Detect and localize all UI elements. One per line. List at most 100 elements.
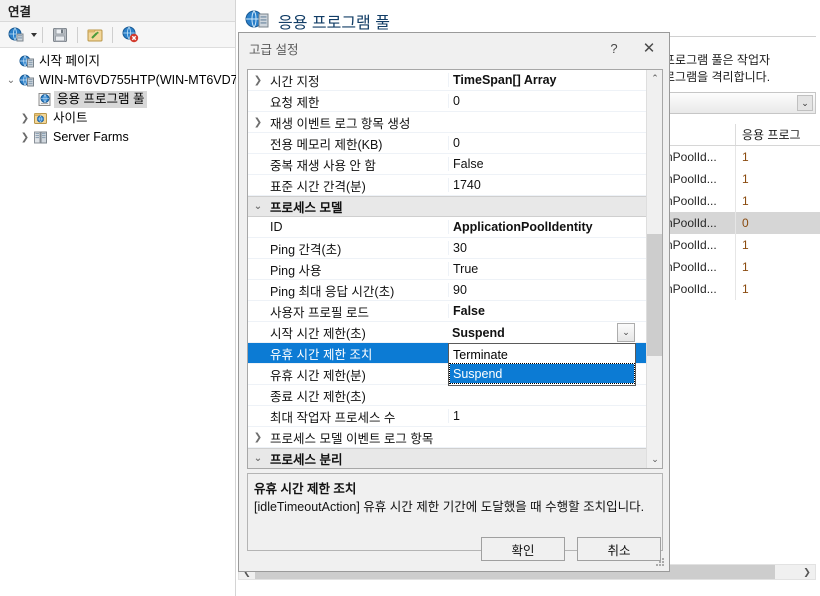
- grid-vertical-scrollbar[interactable]: ⌃ ⌄: [646, 70, 662, 468]
- chevron-right-icon[interactable]: ❯: [248, 432, 268, 443]
- sidebar-item-application-pools[interactable]: 응용 프로그램 풀: [0, 90, 235, 109]
- table-cell-apps: 1: [742, 172, 749, 186]
- tree-label: 시작 페이지: [39, 54, 100, 68]
- grid-row[interactable]: Ping 최대 응답 시간(초) 90: [248, 280, 648, 301]
- table-cell-identity: nPoolId...: [664, 256, 736, 278]
- sidebar-item-server[interactable]: ⌄ WIN-MT6VD755HTP(WIN-MT6VD7: [0, 71, 238, 90]
- ok-button[interactable]: 확인: [481, 537, 565, 561]
- grid-category-process-model[interactable]: ⌄ 프로세스 모델: [248, 196, 648, 217]
- app-pools-page-icon: [244, 8, 270, 35]
- page-description: 프로그램 풀은 작업자 로그램을 격리합니다.: [664, 52, 816, 86]
- grid-row-value: 30: [448, 241, 648, 255]
- save-connections-icon[interactable]: [48, 24, 72, 46]
- scrollbar-thumb[interactable]: [647, 234, 662, 356]
- chevron-right-icon[interactable]: ❯: [18, 132, 32, 143]
- grid-row-name: 시작 시간 제한(초): [270, 326, 366, 341]
- grid-row[interactable]: 최대 작업자 프로세스 수 1: [248, 406, 648, 427]
- dialog-title: 고급 설정: [249, 42, 299, 57]
- server-farms-icon: [32, 130, 50, 145]
- grid-category-name: 프로세스 모델: [270, 201, 343, 215]
- grid-row[interactable]: Ping 사용 True: [248, 259, 648, 280]
- dialog-titlebar[interactable]: 고급 설정 ? ✕: [239, 33, 669, 63]
- table-cell-apps: 1: [742, 238, 749, 252]
- description-body: [idleTimeoutAction] 유휴 시간 제한 기간에 도달했을 때 …: [254, 500, 645, 514]
- table-row[interactable]: nPoolId... 1: [664, 146, 820, 168]
- table-header-apps: 응용 프로그: [742, 128, 801, 142]
- grid-row[interactable]: 사용자 프로필 로드 False: [248, 301, 648, 322]
- grid-row[interactable]: 종료 시간 제한(초): [248, 385, 648, 406]
- toolbar-separator: [42, 26, 43, 43]
- grid-row[interactable]: 표준 시간 간격(분) 1740: [248, 175, 648, 196]
- sidebar-item-sites[interactable]: ❯ 사이트: [0, 109, 235, 128]
- grid-row[interactable]: Ping 간격(초) 30: [248, 238, 648, 259]
- table-cell-identity: nPoolId...: [664, 212, 736, 234]
- grid-row[interactable]: 중복 재생 사용 안 함 False: [248, 154, 648, 175]
- sidebar-item-start-page[interactable]: 시작 페이지: [0, 52, 235, 71]
- idle-timeout-action-combobox[interactable]: Suspend ⌄: [448, 322, 636, 343]
- table-cell-identity: nPoolId...: [664, 278, 736, 300]
- page-description-line1: 프로그램 풀은 작업자: [664, 53, 771, 67]
- help-button[interactable]: ?: [599, 33, 629, 63]
- table-row[interactable]: nPoolId... 1: [664, 168, 820, 190]
- grid-row-name: 유휴 시간 제한(분): [270, 368, 366, 383]
- grid-row-name: Ping 간격(초): [270, 242, 342, 257]
- grid-category-process-orphaning[interactable]: ⌄ 프로세스 분리: [248, 448, 648, 468]
- chevron-down-icon[interactable]: ⌄: [248, 453, 268, 464]
- table-cell-identity: nPoolId...: [664, 168, 736, 190]
- dropdown-option-suspend[interactable]: Suspend: [449, 363, 635, 384]
- dropdown-option-terminate[interactable]: Terminate: [450, 345, 634, 364]
- scroll-down-icon[interactable]: ⌄: [647, 451, 662, 468]
- table-cell-apps: 1: [742, 260, 749, 274]
- chevron-down-icon[interactable]: ⌄: [617, 323, 635, 342]
- grid-row[interactable]: ❯ 시간 지정 TimeSpan[] Array: [248, 70, 648, 91]
- table-row[interactable]: nPoolId... 1: [664, 234, 820, 256]
- grid-row[interactable]: 요청 제한 0: [248, 91, 648, 112]
- resize-grip[interactable]: [656, 558, 666, 568]
- properties-grid-rows: ❯ 시간 지정 TimeSpan[] Array 요청 제한 0 ❯ 재생 이벤…: [248, 70, 648, 468]
- app-window: 연결 시작 페이지 ⌄ WIN-MT6VD755HTP(WIN-MT6VD7 응…: [0, 0, 820, 596]
- app-pools-icon: [36, 92, 54, 107]
- grid-row[interactable]: ❯ 재생 이벤트 로그 항목 생성: [248, 112, 648, 133]
- scroll-right-icon[interactable]: ❯: [799, 565, 815, 579]
- connections-header: 연결: [0, 0, 235, 22]
- grid-row-value: 1740: [448, 178, 648, 192]
- chevron-right-icon[interactable]: ❯: [248, 117, 268, 128]
- create-connection-icon[interactable]: [83, 24, 107, 46]
- connect-to-server-icon[interactable]: [4, 24, 28, 46]
- sidebar-item-server-farms[interactable]: ❯ Server Farms: [0, 128, 235, 147]
- grid-row-value: False: [448, 304, 648, 318]
- grid-row-name: 요청 제한: [270, 95, 320, 110]
- close-icon[interactable]: ✕: [629, 33, 669, 63]
- sites-icon: [32, 111, 50, 126]
- table-row[interactable]: nPoolId... 1: [664, 278, 820, 300]
- connect-dropdown-arrow[interactable]: [31, 32, 37, 37]
- delete-connection-icon[interactable]: [118, 24, 142, 46]
- tree-label: Server Farms: [53, 130, 129, 144]
- table-cell-apps: 1: [742, 150, 749, 164]
- table-cell-identity: nPoolId...: [664, 234, 736, 256]
- scroll-up-icon[interactable]: ⌃: [647, 70, 662, 87]
- table-row[interactable]: nPoolId... 1: [664, 190, 820, 212]
- grid-row[interactable]: ❯ 프로세스 모델 이벤트 로그 항목: [248, 427, 648, 448]
- chevron-down-icon[interactable]: ⌄: [4, 75, 18, 86]
- table-cell-identity: nPoolId...: [664, 146, 736, 168]
- grid-row[interactable]: ID ApplicationPoolIdentity: [248, 217, 648, 238]
- combobox-dropdown-list[interactable]: Terminate Suspend: [448, 343, 636, 386]
- grid-row-name: 표준 시간 간격(분): [270, 179, 366, 194]
- grid-row-value: 0: [448, 94, 648, 108]
- chevron-right-icon[interactable]: ❯: [248, 75, 268, 86]
- grid-row-name: 전용 메모리 제한(KB): [270, 137, 383, 152]
- chevron-right-icon[interactable]: ❯: [18, 113, 32, 124]
- filter-dropdown-icon[interactable]: ⌄: [797, 95, 813, 111]
- cancel-button[interactable]: 취소: [577, 537, 661, 561]
- table-header-name: [664, 124, 736, 145]
- grid-row[interactable]: 전용 메모리 제한(KB) 0: [248, 133, 648, 154]
- combobox-value: Suspend: [452, 325, 505, 340]
- filter-toolbar[interactable]: ⌄: [664, 92, 816, 114]
- chevron-down-icon[interactable]: ⌄: [248, 201, 268, 212]
- table-row[interactable]: nPoolId... 1: [664, 256, 820, 278]
- table-row-selected[interactable]: nPoolId... 0: [664, 212, 820, 234]
- grid-row-value: True: [448, 262, 648, 276]
- page-title-text: 응용 프로그램 풀: [278, 15, 390, 32]
- properties-grid[interactable]: ❯ 시간 지정 TimeSpan[] Array 요청 제한 0 ❯ 재생 이벤…: [247, 69, 663, 469]
